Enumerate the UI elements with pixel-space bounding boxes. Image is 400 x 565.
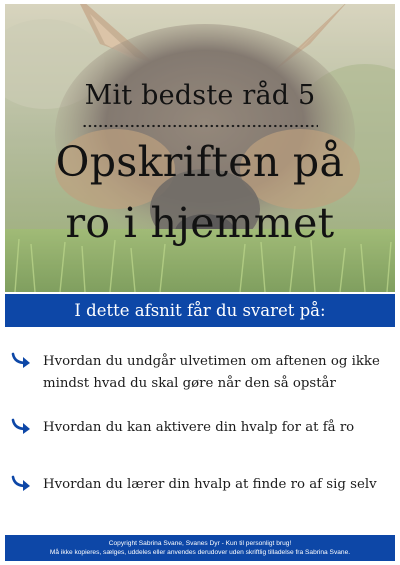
curved-arrow-icon	[11, 418, 30, 434]
curved-arrow-icon	[11, 475, 30, 491]
list-item-text: Hvordan du undgår ulvetimen om aftenen o…	[43, 354, 380, 391]
section-heading-band: I dette afsnit får du svaret på:	[5, 294, 395, 327]
curved-arrow-icon	[11, 352, 30, 368]
hero-title-line-2: ro i hjemmet	[65, 199, 335, 247]
list-item-text: Hvordan du kan aktivere din hvalp for at…	[43, 420, 355, 435]
dotted-divider	[82, 124, 318, 128]
hero-title-block: Mit bedste råd 5 Opskriften på ro i hjem…	[5, 4, 395, 292]
list-item-text: Hvordan du lærer din hvalp at finde ro a…	[43, 477, 377, 492]
usage-notice-line: Må ikke kopieres, sælges, uddeles eller …	[49, 549, 351, 556]
copyright-line: Copyright Sabrina Svane, Svanes Dyr - Ku…	[108, 540, 292, 547]
hero-title-line-1: Opskriften på	[55, 138, 345, 186]
document-page: Mit bedste råd 5 Opskriften på ro i hjem…	[0, 0, 400, 565]
hero-subtitle: Mit bedste råd 5	[84, 80, 316, 111]
hero-banner: Mit bedste råd 5 Opskriften på ro i hjem…	[5, 4, 395, 292]
copyright-footer: Copyright Sabrina Svane, Svanes Dyr - Ku…	[5, 535, 395, 561]
